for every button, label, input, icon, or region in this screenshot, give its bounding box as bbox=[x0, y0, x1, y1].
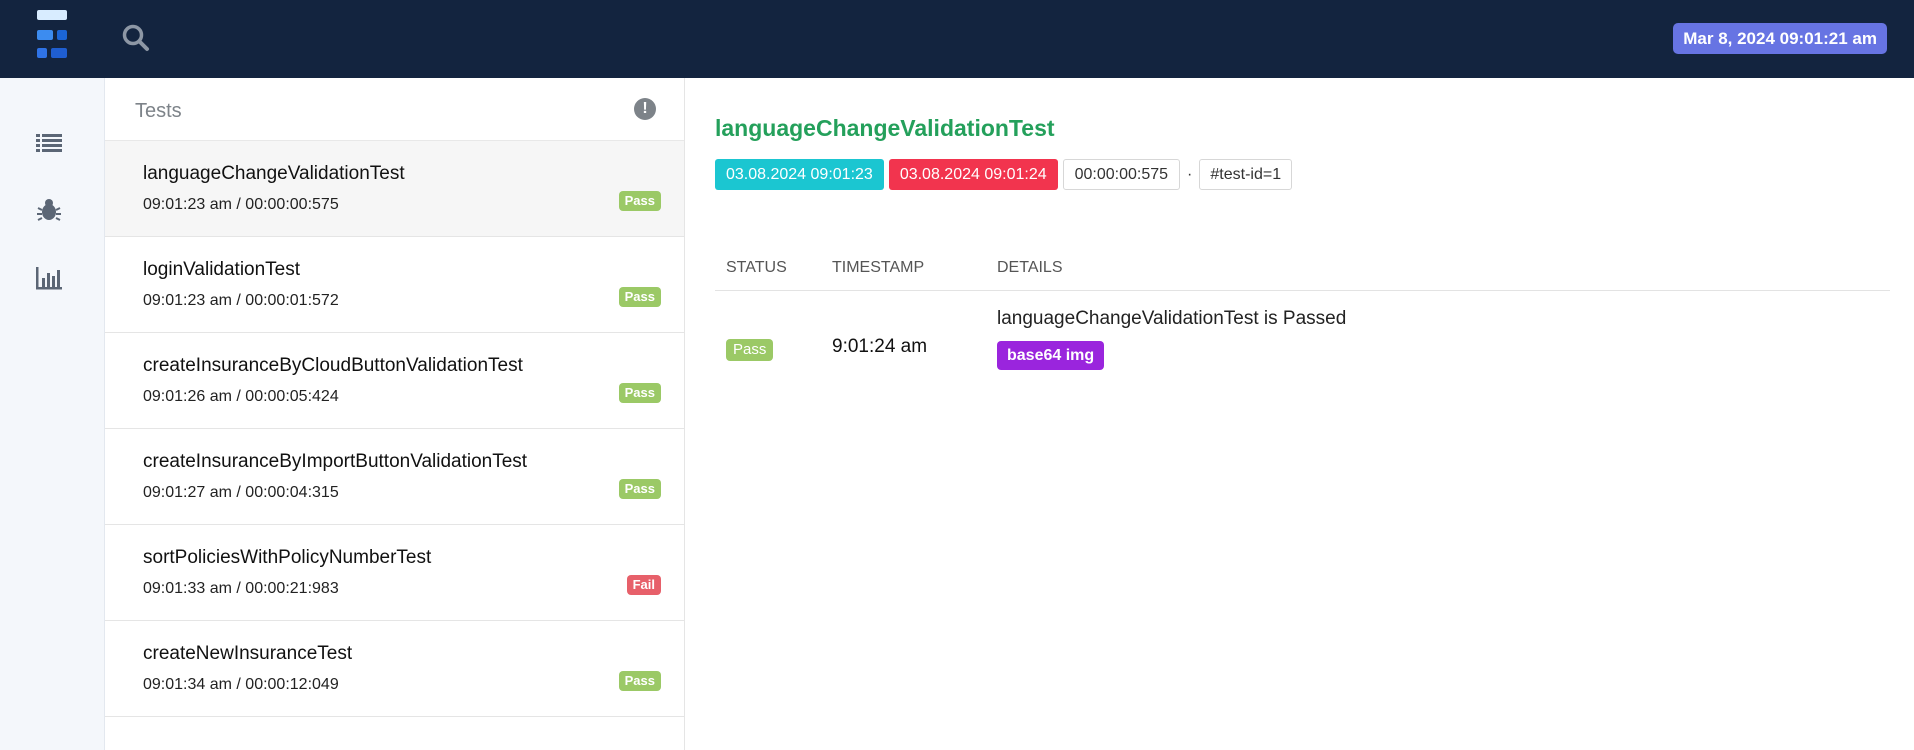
bar-chart-icon[interactable] bbox=[32, 261, 66, 295]
test-time-duration: 09:01:34 am / 00:00:12:049 bbox=[143, 676, 339, 693]
base64-image-button[interactable]: base64 img bbox=[997, 341, 1105, 370]
test-list-item[interactable]: languageChangeValidationTest 09:01:23 am… bbox=[105, 141, 684, 237]
separator-dot: · bbox=[1187, 165, 1193, 183]
test-time-duration: 09:01:27 am / 00:00:04:315 bbox=[143, 484, 339, 501]
test-list-title: Tests bbox=[135, 100, 182, 122]
start-time-badge: 03.08.2024 09:01:23 bbox=[715, 159, 884, 190]
status-badge: Pass bbox=[618, 671, 661, 691]
list-icon[interactable] bbox=[32, 126, 66, 160]
test-name: languageChangeValidationTest bbox=[143, 163, 405, 184]
status-badge: Pass bbox=[618, 191, 661, 211]
test-list-item[interactable]: loginValidationTest 09:01:23 am / 00:00:… bbox=[105, 237, 684, 333]
test-name: createInsuranceByCloudButtonValidationTe… bbox=[143, 355, 523, 376]
log-table-header: STATUS TIMESTAMP DETAILS bbox=[715, 251, 1890, 291]
timestamp-column-header: TIMESTAMP bbox=[832, 259, 925, 276]
report-date-badge: Mar 8, 2024 09:01:21 am bbox=[1673, 23, 1887, 54]
test-list-item[interactable]: createInsuranceByCloudButtonValidationTe… bbox=[105, 333, 684, 429]
test-time-duration: 09:01:23 am / 00:00:00:575 bbox=[143, 196, 339, 213]
log-table: STATUS TIMESTAMP DETAILS Pass 9:01:24 am… bbox=[715, 251, 1890, 401]
detail-badges: 03.08.2024 09:01:23 03.08.2024 09:01:24 … bbox=[715, 159, 1293, 190]
test-name: sortPoliciesWithPolicyNumberTest bbox=[143, 547, 432, 568]
log-status-badge: Pass bbox=[726, 339, 774, 361]
status-badge: Pass bbox=[618, 287, 661, 307]
test-list-item[interactable]: createNewInsuranceTest 09:01:34 am / 00:… bbox=[105, 621, 684, 717]
test-time-duration: 09:01:23 am / 00:00:01:572 bbox=[143, 292, 339, 309]
detail-test-title: languageChangeValidationTest bbox=[715, 115, 1055, 141]
test-time-duration: 09:01:33 am / 00:00:21:983 bbox=[143, 580, 339, 597]
status-badge: Fail bbox=[626, 575, 661, 595]
search-icon[interactable] bbox=[120, 22, 152, 54]
test-list-item[interactable]: sortPoliciesWithPolicyNumberTest 09:01:3… bbox=[105, 525, 684, 621]
test-list-header: Tests ! bbox=[105, 78, 684, 141]
log-timestamp: 9:01:24 am bbox=[832, 336, 928, 357]
test-time-duration: 09:01:26 am / 00:00:05:424 bbox=[143, 388, 339, 405]
status-column-header: STATUS bbox=[726, 259, 787, 276]
top-navbar: Mar 8, 2024 09:01:21 am bbox=[0, 0, 1914, 78]
test-name: loginValidationTest bbox=[143, 259, 301, 280]
test-name: createInsuranceByImportButtonValidationT… bbox=[143, 451, 528, 472]
status-badge: Pass bbox=[618, 479, 661, 499]
extent-logo[interactable] bbox=[33, 9, 75, 61]
log-message: languageChangeValidationTest is Passed bbox=[997, 308, 1347, 329]
test-name: createNewInsuranceTest bbox=[143, 643, 353, 664]
end-time-badge: 03.08.2024 09:01:24 bbox=[888, 159, 1058, 190]
log-row: Pass 9:01:24 am languageChangeValidation… bbox=[715, 291, 1890, 401]
info-icon[interactable]: ! bbox=[634, 98, 656, 120]
test-list-panel: Tests ! languageChangeValidationTest 09:… bbox=[105, 78, 685, 750]
status-badge: Pass bbox=[618, 383, 661, 403]
test-id-badge: #test-id=1 bbox=[1199, 159, 1293, 190]
duration-badge: 00:00:00:575 bbox=[1062, 159, 1181, 190]
bug-icon[interactable] bbox=[32, 193, 66, 227]
details-column-header: DETAILS bbox=[997, 259, 1063, 276]
side-navigation bbox=[0, 78, 105, 750]
test-list-item[interactable]: createInsuranceByImportButtonValidationT… bbox=[105, 429, 684, 525]
test-detail-panel: languageChangeValidationTest 03.08.2024 … bbox=[686, 78, 1914, 750]
